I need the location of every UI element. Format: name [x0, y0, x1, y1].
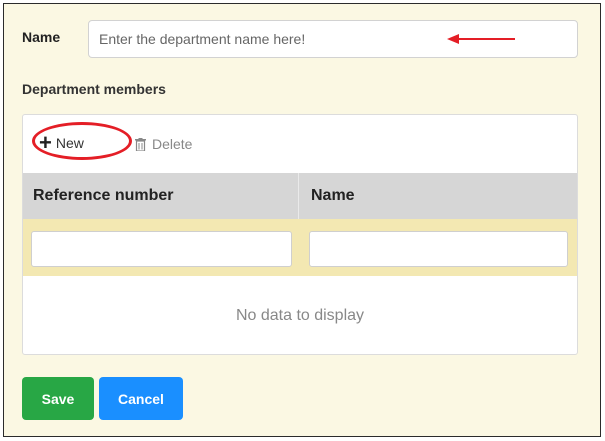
cancel-button[interactable]: Cancel [99, 377, 183, 420]
grid-header-row: Reference number Name [23, 173, 577, 219]
delete-button[interactable]: Delete [135, 133, 192, 155]
column-header-reference-number[interactable]: Reference number [23, 173, 299, 219]
members-grid: + New Delete Reference number Name No da… [22, 114, 578, 355]
trash-icon [135, 137, 146, 151]
save-button[interactable]: Save [22, 377, 94, 420]
department-members-label: Department members [22, 81, 166, 97]
annotation-arrow-icon [447, 34, 515, 44]
new-button[interactable]: + New [39, 132, 84, 154]
name-filter-input[interactable] [309, 231, 568, 267]
column-header-name[interactable]: Name [299, 173, 577, 219]
reference-number-filter-input[interactable] [31, 231, 292, 267]
department-form-panel: Name Department members + New Delete [3, 3, 601, 437]
new-button-label: New [55, 135, 84, 151]
name-label: Name [22, 29, 61, 45]
plus-icon: + [39, 130, 52, 155]
grid-filter-row [23, 219, 577, 276]
grid-toolbar: + New Delete [23, 115, 577, 173]
empty-message: No data to display [235, 307, 365, 324]
delete-button-label: Delete [152, 136, 193, 152]
